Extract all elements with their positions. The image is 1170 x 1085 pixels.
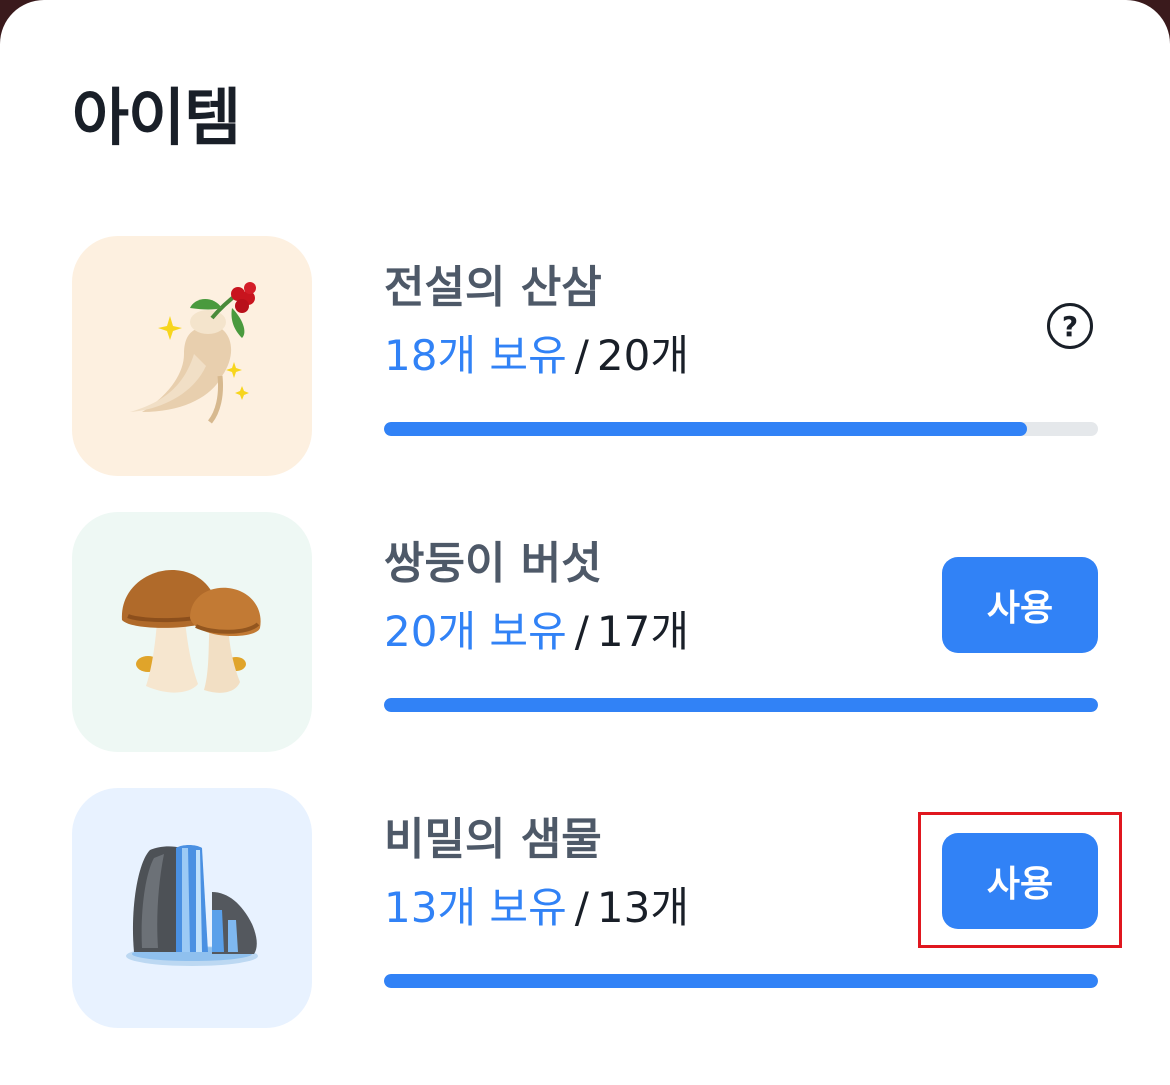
progress-bar	[384, 974, 1098, 988]
progress-fill	[384, 422, 1027, 436]
page-title: 아이템	[72, 81, 241, 154]
help-icon[interactable]: ?	[1047, 303, 1093, 349]
item-count: 18개 보유/20개	[384, 326, 689, 386]
count-separator: /	[574, 607, 589, 656]
owned-count: 18개 보유	[384, 331, 567, 380]
count-separator: /	[574, 883, 589, 932]
item-name: 전설의 산삼	[384, 262, 602, 313]
owned-count: 13개 보유	[384, 883, 567, 932]
item-thumbnail	[72, 788, 312, 1028]
progress-bar	[384, 698, 1098, 712]
count-separator: /	[574, 331, 589, 380]
highlight-box	[918, 812, 1122, 948]
goal-count: 17개	[596, 607, 689, 656]
progress-fill	[384, 974, 1098, 988]
list-item: 쌍둥이 버섯 20개 보유/17개 사용	[0, 512, 1170, 752]
goal-count: 13개	[596, 883, 689, 932]
waterfall-icon	[126, 845, 258, 966]
owned-count: 20개 보유	[384, 607, 567, 656]
goal-count: 20개	[596, 331, 689, 380]
use-button[interactable]: 사용	[942, 557, 1098, 653]
item-thumbnail	[72, 512, 312, 752]
item-name: 비밀의 샘물	[384, 814, 602, 865]
ginseng-icon	[130, 282, 256, 424]
item-sheet: 아이템 전설의 산삼 18개 보유/20개 ? 쌍둥이 버섯 20개 보유 / …	[0, 0, 1170, 1085]
list-item: 전설의 산삼 18개 보유/20개 ?	[0, 236, 1170, 476]
item-name: 쌍둥이 버섯	[384, 538, 602, 589]
progress-fill	[384, 698, 1098, 712]
item-count: 13개 보유/13개	[384, 878, 689, 938]
item-thumbnail	[72, 236, 312, 476]
progress-bar	[384, 422, 1098, 436]
mushroom-icon	[121, 570, 261, 693]
item-count: 20개 보유/17개	[384, 602, 689, 662]
